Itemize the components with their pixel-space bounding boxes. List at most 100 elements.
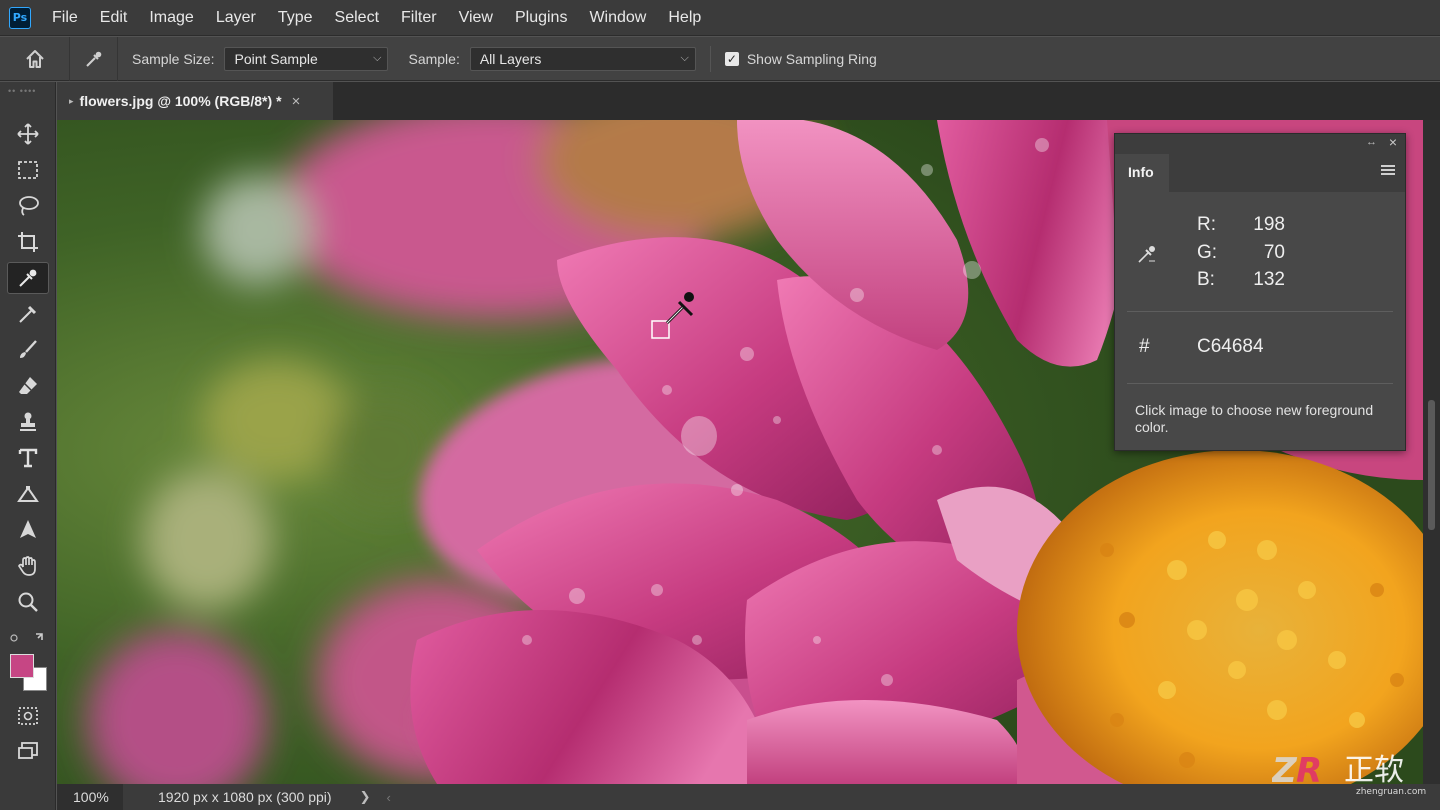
- document-title: flowers.jpg @ 100% (RGB/8*): [79, 93, 273, 109]
- tab-info[interactable]: Info: [1115, 154, 1169, 192]
- screen-mode-icon: [18, 742, 38, 759]
- sample-value: All Layers: [479, 50, 542, 67]
- swap-default-colors[interactable]: [8, 630, 48, 648]
- sample-size-select[interactable]: Point Sample ⌵: [224, 46, 389, 71]
- eyedropper-icon: [1138, 246, 1155, 263]
- document-tab[interactable]: ▸ flowers.jpg @ 100% (RGB/8*) * ×: [57, 82, 333, 120]
- blue-label: B:: [1197, 269, 1215, 290]
- lasso-icon: [19, 196, 39, 216]
- watermark-logo: Z R 正软 zhengruan.com: [1272, 751, 1426, 797]
- red-label: R:: [1197, 214, 1216, 235]
- home-icon: [25, 49, 44, 68]
- stamp-tool[interactable]: [7, 406, 49, 438]
- menu-filter[interactable]: Filter: [390, 0, 448, 36]
- stamp-icon: [20, 412, 36, 431]
- close-icon[interactable]: ×: [1389, 134, 1397, 150]
- close-icon[interactable]: ×: [292, 93, 301, 110]
- pen-tool[interactable]: [7, 514, 49, 546]
- info-panel-header[interactable]: ↔ ×: [1115, 134, 1405, 154]
- sample-size-value: Point Sample: [234, 50, 318, 67]
- menu-plugins[interactable]: Plugins: [504, 0, 578, 36]
- tab-arrow-icon: ▸: [69, 95, 74, 106]
- svg-text:正软: 正软: [1344, 753, 1404, 788]
- document-tab-bar: ▸ flowers.jpg @ 100% (RGB/8*) * ×: [57, 82, 1440, 120]
- brush-healing-icon: [19, 305, 37, 323]
- menu-bar: Ps File Edit Image Layer Type Select Fil…: [0, 0, 1440, 36]
- type-icon: [18, 448, 38, 468]
- eyedropper-tool[interactable]: [7, 262, 49, 294]
- modified-mark: *: [276, 93, 282, 109]
- menu-edit[interactable]: Edit: [89, 0, 139, 36]
- crop-icon: [18, 232, 38, 252]
- marquee-tool[interactable]: [7, 154, 49, 186]
- chevron-down-icon: ⌵: [373, 51, 382, 64]
- sample-select[interactable]: All Layers ⌵: [469, 46, 696, 71]
- blue-value: 132: [1253, 269, 1285, 290]
- green-value: 70: [1263, 242, 1285, 263]
- eraser-icon: [19, 377, 37, 394]
- options-bar: Sample Size: Point Sample ⌵ Sample: All …: [0, 36, 1440, 81]
- divider: [1127, 383, 1393, 384]
- move-icon: [17, 123, 39, 145]
- menu-view[interactable]: View: [448, 0, 504, 36]
- panel-menu-icon[interactable]: [1381, 165, 1395, 177]
- info-panel: ↔ × Info R: 198 G: 70 B: 132 # C64684 Cl…: [1114, 133, 1406, 451]
- status-bar: 100% 1920 px x 1080 px (300 ppi) ❯ ‹: [57, 784, 1440, 810]
- hand-icon: [18, 556, 36, 576]
- crop-tool[interactable]: [7, 226, 49, 258]
- screen-mode[interactable]: [7, 736, 49, 768]
- collapse-icon[interactable]: ↔: [1366, 136, 1377, 148]
- hex-value: C64684: [1197, 336, 1264, 357]
- options-divider: [709, 45, 711, 72]
- tool-preset-picker[interactable]: [70, 36, 118, 81]
- quick-mask[interactable]: [7, 700, 49, 732]
- menu-type[interactable]: Type: [267, 0, 324, 36]
- eyedropper-icon: [19, 269, 37, 287]
- green-label: G:: [1197, 242, 1218, 263]
- menu-layer[interactable]: Layer: [205, 0, 267, 36]
- menu-file[interactable]: File: [41, 0, 89, 36]
- lasso-tool[interactable]: [7, 190, 49, 222]
- brush-icon: [20, 340, 37, 358]
- divider: [1127, 311, 1393, 312]
- swap-colors-icon: [10, 633, 43, 642]
- red-value: 198: [1253, 214, 1285, 235]
- path-tool[interactable]: [7, 478, 49, 510]
- svg-text:zhengruan.com: zhengruan.com: [1356, 787, 1426, 797]
- vertical-scrollbar[interactable]: [1423, 120, 1440, 784]
- eraser-tool[interactable]: [7, 370, 49, 402]
- hand-tool[interactable]: [7, 550, 49, 582]
- move-tool[interactable]: [7, 118, 49, 150]
- sample-size-label: Sample Size:: [132, 50, 215, 67]
- color-sampler-tool[interactable]: [7, 298, 49, 330]
- chevron-right-icon[interactable]: ❯: [360, 789, 371, 805]
- quick-mask-icon: [18, 707, 38, 725]
- path-select-icon: [17, 486, 39, 502]
- zoom-tool[interactable]: [7, 586, 49, 618]
- show-sampling-ring-checkbox[interactable]: ✓: [724, 51, 739, 66]
- menu-image[interactable]: Image: [138, 0, 204, 36]
- marquee-icon: [18, 161, 38, 179]
- menu-window[interactable]: Window: [578, 0, 657, 36]
- scrollbar-thumb[interactable]: [1428, 400, 1435, 530]
- chevron-left-icon[interactable]: ‹: [386, 790, 390, 805]
- type-tool[interactable]: [7, 442, 49, 474]
- chevron-down-icon: ⌵: [680, 51, 689, 64]
- menu-select[interactable]: Select: [324, 0, 390, 36]
- sample-label: Sample:: [408, 50, 460, 67]
- photoshop-logo[interactable]: Ps: [9, 6, 31, 29]
- svg-text:R: R: [1296, 751, 1322, 791]
- zoom-level-field[interactable]: 100%: [57, 784, 123, 810]
- brush-tool[interactable]: [7, 334, 49, 366]
- info-hint-text: Click image to choose new foreground col…: [1135, 402, 1374, 435]
- document-size: 1920 px x 1080 px (300 ppi): [158, 789, 332, 805]
- panel-grip[interactable]: •• ••••: [8, 86, 48, 100]
- show-sampling-ring-label: Show Sampling Ring: [746, 50, 877, 67]
- menu-help[interactable]: Help: [657, 0, 712, 36]
- color-swatches: [8, 652, 52, 702]
- home-button[interactable]: [0, 36, 70, 81]
- hex-label: #: [1139, 336, 1150, 357]
- svg-text:Z: Z: [1272, 751, 1298, 791]
- foreground-color-swatch[interactable]: [10, 654, 34, 678]
- pen-icon: [20, 520, 36, 538]
